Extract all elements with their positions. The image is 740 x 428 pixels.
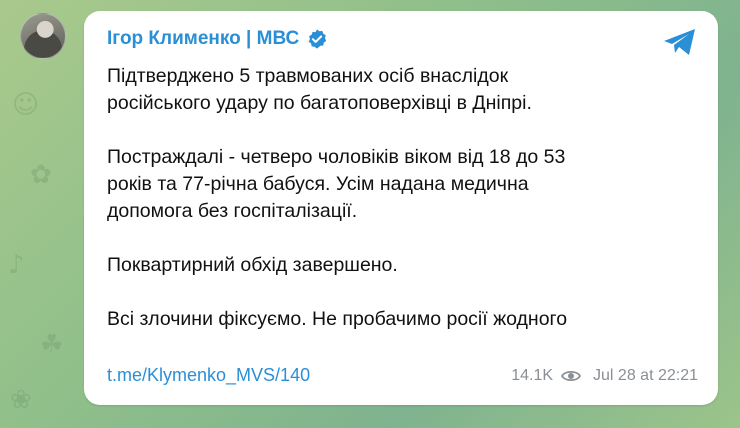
timestamp: Jul 28 at 22:21 xyxy=(593,366,698,384)
message-meta: 14.1K Jul 28 at 22:21 xyxy=(511,367,698,385)
message-footer: t.me/Klymenko_MVS/140 14.1K Jul 28 at 22… xyxy=(107,365,698,386)
message-bubble: Ігор Клименко | МВС Підтверджено 5 травм… xyxy=(84,11,718,405)
message-text: Підтверджено 5 травмованих осіб внаслідо… xyxy=(107,63,677,360)
channel-name[interactable]: Ігор Клименко | МВС xyxy=(107,28,299,50)
verified-icon xyxy=(308,29,327,49)
message-header: Ігор Клименко | МВС xyxy=(107,28,328,50)
post-link[interactable]: t.me/Klymenko_MVS/140 xyxy=(107,365,310,386)
view-count: 14.1K xyxy=(511,366,554,384)
background-doodle: ✿ xyxy=(30,160,52,190)
message-paragraph: Всі злочини фіксуємо. Не пробачимо росії… xyxy=(107,308,568,330)
telegram-share-icon[interactable] xyxy=(662,27,698,57)
background-doodle: ♪ xyxy=(8,250,25,280)
message-paragraph: Постраждалі - четверо чоловіків віком ві… xyxy=(107,146,566,222)
background-doodle: ☺ xyxy=(12,90,40,120)
eye-icon xyxy=(561,370,582,381)
background-doodle: ❀ xyxy=(10,385,32,415)
background-doodle: ☘ xyxy=(40,330,64,360)
message-paragraph: Підтверджено 5 травмованих осіб внаслідо… xyxy=(107,65,532,114)
message-paragraph: Поквартирний обхід завершено. xyxy=(107,254,398,276)
avatar[interactable] xyxy=(20,13,66,59)
